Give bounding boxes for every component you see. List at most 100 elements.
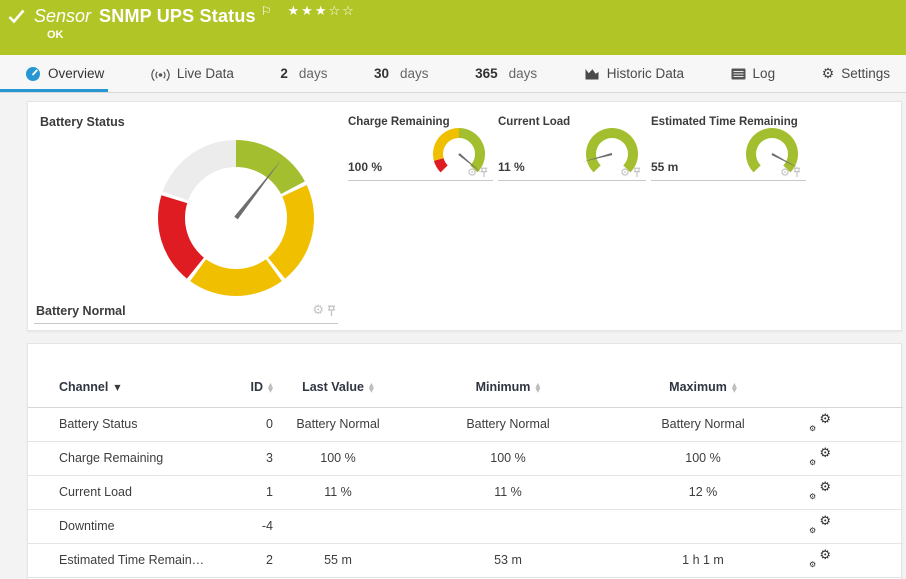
priority-stars[interactable]: ★★★☆☆ — [288, 4, 356, 19]
gear-icon: ⚙ — [822, 66, 835, 82]
channel-name[interactable]: Downtime — [28, 509, 248, 543]
maximum-value: Battery Normal — [613, 407, 793, 441]
table-row: Battery Status 0 Battery Normal Battery … — [28, 407, 903, 441]
gauge-value: Battery Normal — [36, 304, 126, 318]
gauge-title: Battery Status — [40, 115, 125, 129]
sort-desc-icon: ▼ — [114, 383, 120, 392]
column-header-id[interactable]: ID▲▼ — [248, 368, 273, 407]
mini-gauges-row: Charge Remaining 100 % ⚙ Current Load 11… — [348, 102, 806, 330]
log-list-icon — [731, 68, 746, 80]
tab-overview[interactable]: Overview — [25, 55, 104, 92]
last-value — [273, 509, 403, 543]
table-row: Current Load 1 11 % 11 % 12 % ⚙⚙ — [28, 475, 903, 509]
channel-table-panel: Channel▼ ID▲▼ Last Value▲▼ Minimum▲▼ Max… — [27, 343, 902, 579]
pin-icon[interactable] — [480, 167, 488, 178]
pin-icon[interactable] — [793, 167, 801, 178]
object-kind-label: Sensor — [34, 6, 91, 27]
channel-settings-gears-icon[interactable]: ⚙⚙ — [809, 448, 831, 466]
channel-settings-icon[interactable]: ⚙ — [780, 168, 790, 178]
tab-2-days[interactable]: 2 days — [280, 55, 327, 92]
channel-id: 0 — [248, 407, 273, 441]
tab-365-days[interactable]: 365 days — [475, 55, 537, 92]
table-header-row: Channel▼ ID▲▼ Last Value▲▼ Minimum▲▼ Max… — [28, 368, 903, 407]
column-header-maximum[interactable]: Maximum▲▼ — [613, 368, 793, 407]
last-value: 100 % — [273, 441, 403, 475]
status-badge: OK — [47, 29, 64, 41]
pin-icon[interactable] — [327, 305, 336, 317]
column-header-last-value[interactable]: Last Value▲▼ — [273, 368, 403, 407]
tab-bar: Overview Live Data 2 days 30 days 365 da… — [0, 55, 906, 93]
tab-label: Settings — [841, 66, 890, 81]
tab-label: Live Data — [177, 66, 234, 81]
sort-icon: ▲▼ — [369, 383, 374, 393]
sort-icon: ▲▼ — [535, 383, 540, 393]
gauge-value: 55 m — [651, 160, 678, 174]
tab-live-data[interactable]: Live Data — [151, 55, 234, 92]
channel-name[interactable]: Current Load — [28, 475, 248, 509]
live-icon — [151, 67, 170, 81]
column-header-minimum[interactable]: Minimum▲▼ — [403, 368, 613, 407]
tab-label: days — [400, 66, 429, 81]
column-header-channel[interactable]: Channel▼ — [28, 368, 248, 407]
channel-name[interactable]: Charge Remaining — [28, 441, 248, 475]
channel-name[interactable]: Estimated Time Remain… — [28, 543, 248, 577]
page-title: SNMP UPS Status — [99, 6, 256, 27]
tab-log[interactable]: Log — [731, 55, 776, 92]
gauge-title: Current Load — [498, 116, 570, 128]
channel-settings-icon[interactable]: ⚙ — [620, 168, 630, 178]
gauge-value: 100 % — [348, 160, 382, 174]
tab-30-days[interactable]: 30 days — [374, 55, 429, 92]
table-row: Charge Remaining 3 100 % 100 % 100 % ⚙⚙ — [28, 441, 903, 475]
channel-id: 3 — [248, 441, 273, 475]
maximum-value: 100 % — [613, 441, 793, 475]
charge-remaining-block: Charge Remaining 100 % ⚙ — [348, 102, 493, 181]
channel-settings-gears-icon[interactable]: ⚙⚙ — [809, 516, 831, 534]
estimated-time-remaining-block: Estimated Time Remaining 55 m ⚙ — [651, 102, 806, 181]
tab-number: 30 — [374, 66, 389, 81]
channel-settings-icon[interactable]: ⚙ — [312, 306, 324, 316]
tab-label: days — [509, 66, 538, 81]
sensor-status-header: Sensor SNMP UPS Status ⚐ ★★★☆☆ OK — [0, 0, 906, 55]
minimum-value: 11 % — [403, 475, 613, 509]
minimum-value — [403, 509, 613, 543]
last-value: 11 % — [273, 475, 403, 509]
tab-number: 365 — [475, 66, 498, 81]
last-value: 55 m — [273, 543, 403, 577]
tab-settings[interactable]: ⚙ Settings — [822, 55, 890, 92]
channel-settings-icon[interactable]: ⚙ — [467, 168, 477, 178]
gauge-icon — [25, 66, 41, 82]
gauge-footer: Battery Normal ⚙ — [34, 304, 338, 324]
minimum-value: 100 % — [403, 441, 613, 475]
maximum-value: 12 % — [613, 475, 793, 509]
minimum-value: Battery Normal — [403, 407, 613, 441]
table-row: Downtime -4 ⚙⚙ — [28, 509, 903, 543]
table-row: Estimated Time Remain… 2 55 m 53 m 1 h 1… — [28, 543, 903, 577]
maximum-value — [613, 509, 793, 543]
minimum-value: 53 m — [403, 543, 613, 577]
sort-icon: ▲▼ — [732, 383, 737, 393]
channel-settings-gears-icon[interactable]: ⚙⚙ — [809, 482, 831, 500]
tab-label: days — [299, 66, 328, 81]
battery-status-gauge — [151, 133, 321, 303]
channel-name[interactable]: Battery Status — [28, 407, 248, 441]
tab-label: Log — [753, 66, 776, 81]
last-value: Battery Normal — [273, 407, 403, 441]
battery-status-gauge-block: Battery Status Battery Normal ⚙ — [28, 102, 348, 330]
tab-label: Historic Data — [607, 66, 684, 81]
channel-id: -4 — [248, 509, 273, 543]
channel-settings-gears-icon[interactable]: ⚙⚙ — [809, 414, 831, 432]
maximum-value: 1 h 1 m — [613, 543, 793, 577]
channel-table: Channel▼ ID▲▼ Last Value▲▼ Minimum▲▼ Max… — [28, 368, 903, 578]
tab-label: Overview — [48, 66, 104, 81]
channel-id: 2 — [248, 543, 273, 577]
check-icon — [8, 9, 25, 24]
channel-settings-gears-icon[interactable]: ⚙⚙ — [809, 550, 831, 568]
pin-icon[interactable] — [633, 167, 641, 178]
flag-icon[interactable]: ⚐ — [261, 4, 272, 18]
area-chart-icon — [584, 67, 600, 81]
sort-icon: ▲▼ — [268, 383, 273, 393]
column-header-actions — [793, 368, 903, 407]
channel-id: 1 — [248, 475, 273, 509]
tab-number: 2 — [280, 66, 288, 81]
tab-historic-data[interactable]: Historic Data — [584, 55, 684, 92]
